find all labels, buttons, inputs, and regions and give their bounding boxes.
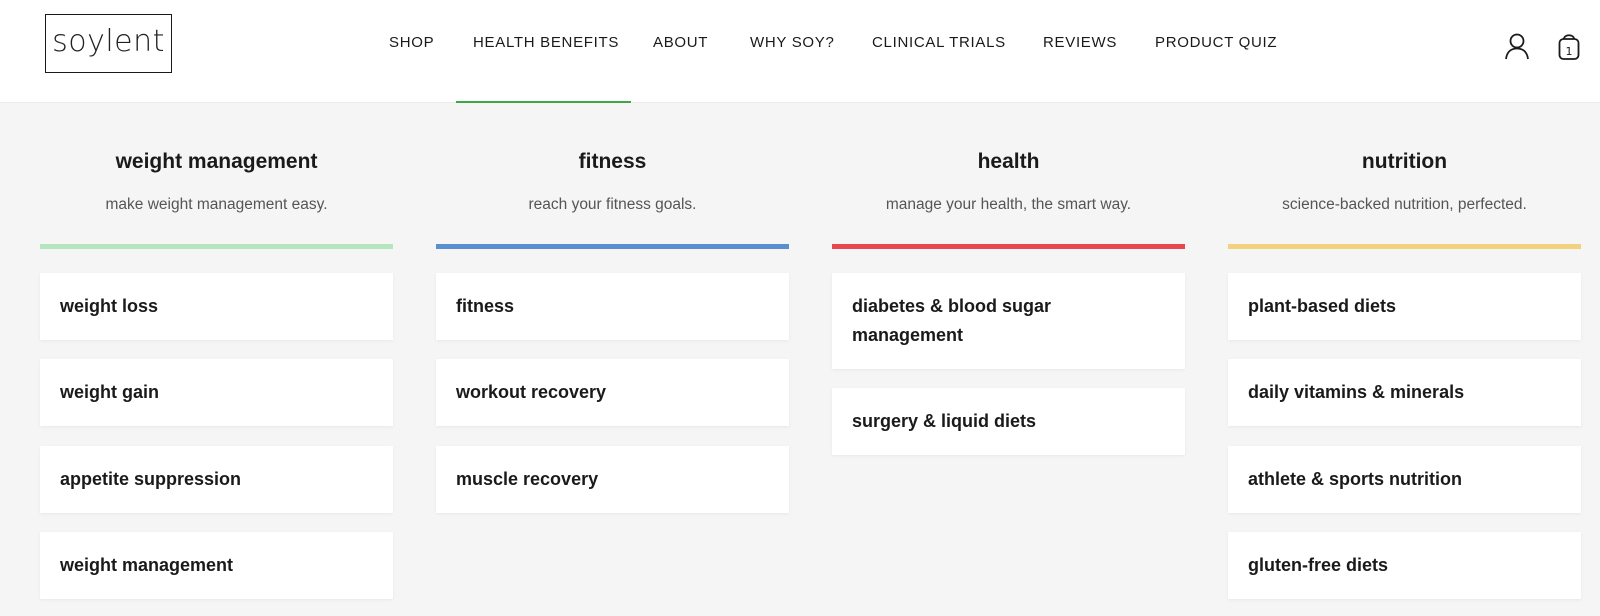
link-card[interactable]: appetite suppression — [40, 446, 393, 513]
link-card[interactable]: fitness — [436, 273, 789, 340]
link-card-label: daily vitamins & minerals — [1248, 382, 1465, 402]
column-subtitle: make weight management easy. — [105, 196, 328, 213]
link-card[interactable]: daily vitamins & minerals — [1228, 359, 1581, 426]
column-title: weight management — [115, 150, 318, 173]
column-color-bar — [436, 244, 789, 249]
link-card[interactable]: workout recovery — [436, 359, 789, 426]
column-title: fitness — [578, 150, 647, 173]
column-title: nutrition — [1361, 150, 1448, 173]
column-color-bar — [1228, 244, 1581, 249]
link-card-label: gluten-free diets — [1248, 555, 1389, 575]
link-card-label: muscle recovery — [456, 469, 599, 489]
link-card[interactable]: athlete & sports nutrition — [1228, 446, 1581, 513]
nav-shop[interactable]: SHOP — [389, 34, 434, 51]
link-card-label: plant-based diets — [1248, 296, 1397, 316]
link-card-label: weight management — [60, 555, 234, 575]
nav-product-quiz[interactable]: PRODUCT QUIZ — [1155, 34, 1277, 51]
column-color-bar — [40, 244, 393, 249]
link-card[interactable]: weight loss — [40, 273, 393, 340]
link-card-label: weight loss — [60, 296, 159, 316]
nav-about[interactable]: ABOUT — [653, 34, 708, 51]
column-subtitle: science-backed nutrition, perfected. — [1282, 196, 1527, 213]
main-nav: SHOP HEALTH BENEFITS ABOUT WHY SOY? CLIN… — [0, 0, 1600, 103]
column-title: health — [977, 150, 1040, 173]
cart-count: 1 — [1566, 45, 1573, 58]
site-header: soylent SHOP HEALTH BENEFITS ABOUT WHY S… — [0, 0, 1600, 103]
link-card[interactable]: diabetes & blood sugar management — [832, 273, 1185, 369]
column-subtitle: reach your fitness goals. — [528, 196, 697, 213]
link-card-label: fitness — [456, 296, 515, 316]
nav-why-soy[interactable]: WHY SOY? — [750, 34, 835, 51]
link-card-label: weight gain — [60, 382, 159, 402]
column-color-bar — [832, 244, 1185, 249]
link-card-label: appetite suppression — [60, 469, 242, 489]
link-card[interactable]: muscle recovery — [436, 446, 789, 513]
link-card-label: surgery & liquid diets — [852, 411, 1037, 431]
cart-icon[interactable]: 1 — [1555, 30, 1583, 62]
column-subtitle: manage your health, the smart way. — [885, 196, 1132, 213]
account-icon[interactable] — [1503, 30, 1531, 62]
nav-health-benefits[interactable]: HEALTH BENEFITS — [473, 34, 619, 51]
link-card-label: athlete & sports nutrition — [1248, 469, 1463, 489]
active-nav-indicator — [456, 101, 631, 103]
nav-reviews[interactable]: REVIEWS — [1043, 34, 1117, 51]
link-card-label: workout recovery — [456, 382, 607, 402]
link-card[interactable]: weight gain — [40, 359, 393, 426]
link-card[interactable]: surgery & liquid diets — [832, 388, 1185, 455]
link-card[interactable]: plant-based diets — [1228, 273, 1581, 340]
link-card[interactable]: gluten-free diets — [1228, 532, 1581, 599]
link-card[interactable]: weight management — [40, 532, 393, 599]
link-card-label: diabetes & blood sugar management — [852, 296, 1052, 345]
nav-clinical-trials[interactable]: CLINICAL TRIALS — [872, 34, 1006, 51]
